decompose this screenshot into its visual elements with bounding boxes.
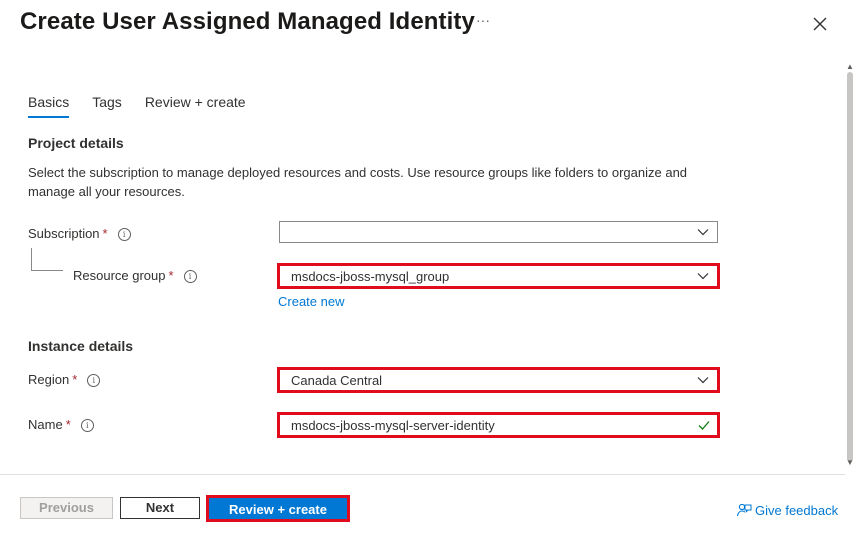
tab-tags[interactable]: Tags <box>92 94 122 118</box>
info-icon[interactable]: i <box>117 228 131 241</box>
subscription-select[interactable] <box>279 221 718 243</box>
next-button[interactable]: Next <box>120 497 200 519</box>
info-icon[interactable]: i <box>183 270 197 283</box>
more-options-button[interactable]: ··· <box>476 12 490 28</box>
tab-review-create[interactable]: Review + create <box>145 94 246 118</box>
required-marker: * <box>72 372 78 387</box>
feedback-icon <box>736 503 752 517</box>
scrollbar-thumb[interactable] <box>847 72 853 462</box>
previous-button[interactable]: Previous <box>20 497 113 519</box>
close-button[interactable] <box>808 12 832 36</box>
tree-connector <box>31 270 63 271</box>
region-select[interactable]: Canada Central <box>277 367 720 393</box>
required-marker: * <box>102 226 108 241</box>
name-input[interactable]: msdocs-jboss-mysql-server-identity <box>277 412 720 438</box>
give-feedback-link[interactable]: Give feedback <box>736 502 838 518</box>
project-details-description: Select the subscription to manage deploy… <box>28 165 688 199</box>
close-icon <box>813 17 827 31</box>
checkmark-icon <box>698 421 710 430</box>
review-create-button[interactable]: Review + create <box>206 495 350 522</box>
create-new-link[interactable]: Create new <box>278 294 344 309</box>
instance-details-heading: Instance details <box>28 338 134 354</box>
info-icon[interactable]: i <box>80 419 94 432</box>
resource-group-label: Resource group * i <box>73 268 197 283</box>
tab-basics[interactable]: Basics <box>28 94 70 118</box>
page-title: Create User Assigned Managed Identity <box>20 8 475 35</box>
subscription-label: Subscription * i <box>28 226 131 241</box>
tree-connector <box>31 248 32 270</box>
scrollbar[interactable] <box>845 62 853 464</box>
project-details-heading: Project details <box>28 135 124 151</box>
region-label: Region * i <box>28 372 101 387</box>
chevron-down-icon <box>697 229 709 236</box>
name-label: Name * i <box>28 417 94 432</box>
required-marker: * <box>168 268 174 283</box>
required-marker: * <box>65 417 71 432</box>
chevron-down-icon <box>697 273 709 280</box>
chevron-down-icon <box>697 377 709 384</box>
info-icon[interactable]: i <box>87 374 101 387</box>
tab-bar: Basics Tags Review + create <box>28 94 269 118</box>
scroll-down-arrow[interactable]: ▼ <box>846 458 854 467</box>
resource-group-select[interactable]: msdocs-jboss-mysql_group <box>277 263 720 289</box>
footer-divider <box>0 474 845 475</box>
